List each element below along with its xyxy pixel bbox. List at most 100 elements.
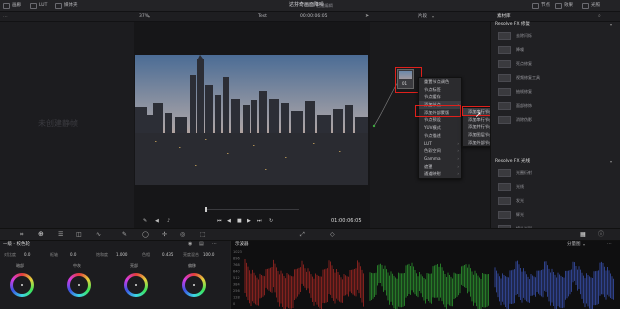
scope-settings-icon[interactable]: ⋯ — [607, 242, 612, 247]
key-icon[interactable]: ⬚ — [200, 232, 206, 238]
tracker-icon[interactable]: ✢ — [162, 232, 167, 238]
context-menu-item[interactable]: 节点缓存 — [419, 93, 461, 101]
effect-item-label: 死点修复 — [516, 61, 532, 66]
effects-icon[interactable] — [555, 3, 562, 9]
gallery-icon[interactable] — [3, 3, 10, 9]
color-wheel[interactable] — [182, 273, 206, 297]
video-frame[interactable] — [135, 55, 368, 185]
nodes-icon[interactable] — [532, 3, 539, 9]
effect-item[interactable]: 光线 — [494, 182, 612, 192]
effect-item[interactable]: 死点修复 — [494, 59, 612, 69]
clip-name[interactable]: Test — [258, 14, 267, 20]
playhead[interactable] — [205, 207, 207, 212]
effect-item[interactable]: 抽帧修复 — [494, 87, 612, 97]
color-wheels-icon[interactable]: ⊕ — [38, 231, 44, 238]
play-icon[interactable]: ▶ — [247, 219, 251, 224]
param-label: 饱和度 — [96, 252, 108, 257]
context-menu-item[interactable]: 节点描述 — [419, 132, 461, 140]
brush-icon[interactable]: ✎ — [143, 219, 147, 224]
context-menu-item[interactable]: 节点预设 — [419, 116, 461, 124]
param-value[interactable]: 1.000 — [116, 253, 127, 257]
wheel-handle[interactable] — [78, 284, 80, 286]
section-light-chevron-icon[interactable]: ▾ — [610, 160, 612, 164]
effect-item[interactable]: 面部修饰 — [494, 101, 612, 111]
context-menu-item[interactable]: 遮罩 › — [419, 163, 461, 171]
zoom-chevron-icon[interactable]: ▾ — [148, 15, 150, 19]
effect-item-label: 视频修复工具 — [516, 75, 540, 80]
wheel-handle[interactable] — [193, 284, 195, 286]
effect-item[interactable]: 消除伪影 — [494, 115, 612, 125]
param-value[interactable]: 0.0 — [70, 253, 76, 257]
context-menu-item[interactable]: LUT › — [419, 140, 461, 148]
effect-item[interactable]: 去除闪烁 — [494, 31, 612, 41]
scrubber-track[interactable] — [205, 209, 299, 210]
param-value[interactable]: 0.0 — [24, 253, 30, 257]
tab-effects[interactable]: 效果 — [564, 3, 573, 9]
context-menu-item[interactable]: Gamma › — [419, 155, 461, 163]
tab-media-bin[interactable]: 媒体夹 — [64, 3, 78, 9]
go-start-icon[interactable]: ⏮ — [217, 219, 222, 224]
wheel-handle[interactable] — [21, 284, 23, 286]
stop-icon[interactable]: ■ — [237, 219, 242, 224]
effect-item[interactable]: 发光 — [494, 196, 612, 206]
effect-item[interactable]: 视频修复工具 — [494, 73, 612, 83]
audio-icon[interactable]: ◀ — [155, 219, 159, 224]
volume-icon[interactable]: ♪ — [167, 219, 170, 224]
window-icon[interactable]: ◯ — [142, 232, 149, 238]
color-wheel[interactable] — [67, 273, 91, 297]
rgb-mixer-icon[interactable]: ☰ — [58, 232, 63, 238]
lighting-icon[interactable] — [582, 3, 589, 9]
context-menu-item[interactable]: 重置节点调色 — [419, 78, 461, 86]
wheels-mode-icon[interactable]: ◉ — [188, 242, 192, 247]
effect-thumbnail — [498, 211, 511, 219]
sizing-icon[interactable]: ⤢ — [300, 232, 305, 238]
context-menu-item[interactable]: 色彩空间 › — [419, 147, 461, 155]
color-wheel[interactable] — [124, 273, 148, 297]
pointer-icon[interactable]: ➤ — [365, 14, 369, 19]
param-value[interactable]: 100.0 — [203, 253, 214, 257]
effect-item[interactable]: 辉光 — [494, 210, 612, 220]
context-menu-item-label: 通道映射 — [424, 171, 441, 177]
node-mode-select[interactable]: 片段 — [418, 14, 427, 20]
3d-icon[interactable]: ◇ — [330, 232, 335, 238]
tab-lighting[interactable]: 光照 — [591, 3, 600, 9]
param-value[interactable]: 0.435 — [162, 253, 173, 257]
search-icon[interactable]: ⌕ — [598, 14, 601, 19]
camera-raw-icon[interactable]: ⌗ — [20, 232, 23, 238]
chevron-right-icon: › — [457, 163, 459, 169]
panel-more-icon[interactable]: ⋯ — [212, 242, 217, 247]
curves-icon[interactable]: ∿ — [96, 232, 101, 238]
scope-mode-chevron-icon[interactable]: ▾ — [583, 243, 585, 247]
context-menu-item[interactable]: 通道映射 › — [419, 170, 461, 178]
go-end-icon[interactable]: ⏭ — [257, 219, 262, 224]
media-bin-icon[interactable] — [55, 3, 62, 9]
blur-icon[interactable]: ◎ — [180, 232, 185, 238]
lut-icon[interactable] — [30, 3, 37, 9]
tab-nodes[interactable]: 节点 — [541, 3, 550, 9]
tab-gallery[interactable]: 画廊 — [12, 3, 21, 9]
motion-effects-icon[interactable]: ◫ — [76, 232, 82, 238]
context-menu-item[interactable]: 节点标签 — [419, 86, 461, 94]
tab-library[interactable]: 素材库 — [497, 14, 511, 20]
section-restore-chevron-icon[interactable]: ▾ — [610, 23, 612, 27]
wheel-handle[interactable] — [135, 284, 137, 286]
more-icon[interactable]: ⋯ — [3, 14, 8, 20]
bars-mode-icon[interactable]: ▤ — [199, 242, 204, 247]
effect-item-label: 抽帧修复 — [516, 89, 532, 94]
section-restore-title[interactable]: Resolve FX 修复 — [495, 22, 530, 28]
context-menu-item[interactable]: YUV模式 — [419, 124, 461, 132]
scope-scale-label: 1023 — [233, 250, 242, 254]
reverse-icon[interactable]: ◀ — [227, 219, 231, 224]
node-mode-chevron-icon[interactable]: ▾ — [432, 15, 434, 19]
context-menu-item-label: 节点标签 — [424, 86, 441, 92]
section-light-title[interactable]: Resolve FX 光线 — [495, 159, 530, 165]
info-icon[interactable]: ⓘ — [598, 232, 604, 238]
scopes-icon[interactable]: ▦ — [580, 232, 586, 238]
color-wheel[interactable] — [10, 273, 34, 297]
loop-icon[interactable]: ↻ — [269, 219, 273, 224]
effect-item[interactable]: 降噪 — [494, 45, 612, 55]
tab-lut[interactable]: LUT — [39, 3, 47, 9]
scope-mode-select[interactable]: 分量图 — [567, 242, 581, 248]
effect-item[interactable]: 光圈衍射 — [494, 168, 612, 178]
qualifier-icon[interactable]: ✎ — [122, 232, 127, 238]
